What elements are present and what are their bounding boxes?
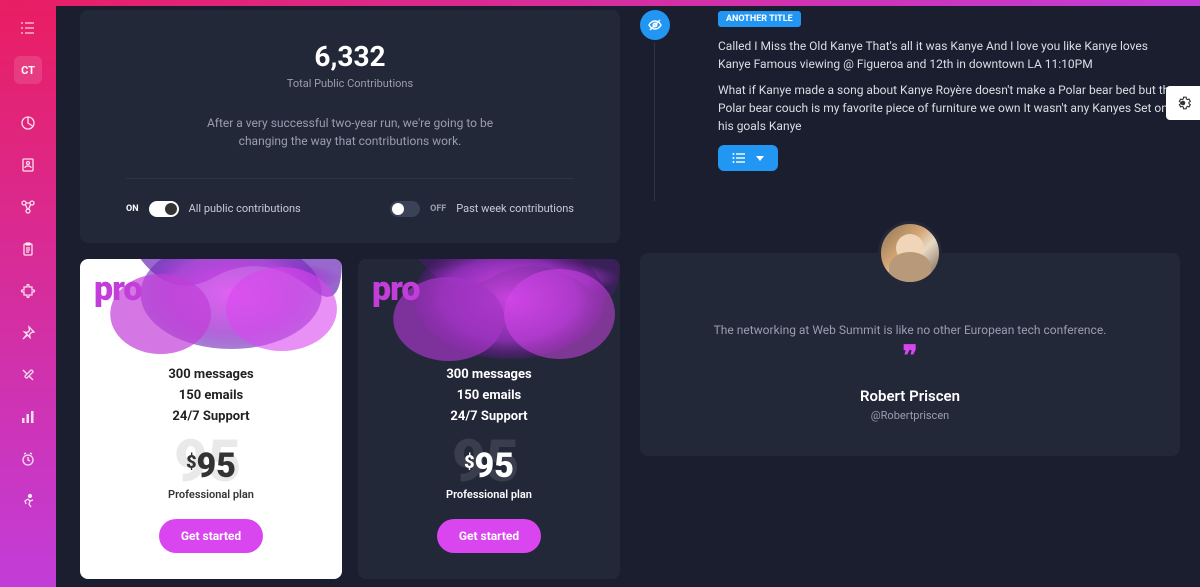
testimonial-text: The networking at Web Summit is like no … — [676, 323, 1144, 337]
clipboard-icon[interactable] — [19, 240, 37, 258]
list-icon — [732, 152, 746, 164]
get-started-button[interactable]: Get started — [159, 519, 263, 553]
connections-icon[interactable] — [19, 198, 37, 216]
running-icon[interactable] — [19, 492, 37, 510]
avatar — [878, 221, 942, 285]
bar-chart-icon[interactable] — [19, 408, 37, 426]
settings-fab[interactable] — [1166, 86, 1200, 120]
tools-icon[interactable] — [19, 366, 37, 384]
pricing-card-dark: pro 300 messages 150 emails 24/7 Support… — [358, 259, 620, 579]
top-accent-bar — [0, 0, 1200, 6]
toggle-week-contrib[interactable] — [390, 201, 420, 217]
testimonial-handle: @Robertpriscen — [676, 409, 1144, 422]
main-content: 6,332 Total Public Contributions After a… — [56, 0, 1200, 581]
quote-icon: ❞ — [676, 345, 1144, 367]
puzzle-icon[interactable] — [19, 282, 37, 300]
toggle-on-label: All public contributions — [189, 202, 301, 216]
timeline-badge: ANOTHER TITLE — [718, 11, 801, 27]
toggle-off-text: OFF — [430, 204, 446, 214]
pro-badge: pro — [372, 269, 420, 309]
chevron-down-icon — [756, 156, 764, 161]
feat-emails: 150 emails — [376, 388, 602, 403]
feat-support: 24/7 Support — [98, 409, 324, 424]
contrib-count: 6,332 — [126, 40, 574, 73]
users-icon[interactable] — [19, 156, 37, 174]
timeline-body: Called I Miss the Old Kanye That's all i… — [718, 37, 1180, 135]
price-value: 95 $95 — [464, 446, 514, 486]
toggle-on-text: ON — [126, 204, 139, 214]
feat-messages: 300 messages — [376, 367, 602, 382]
price-value: 95 $95 — [186, 446, 236, 486]
list-icon[interactable] — [20, 20, 36, 40]
timeline-dropdown-button[interactable] — [718, 145, 778, 171]
feat-emails: 150 emails — [98, 388, 324, 403]
pricing-card-light: pro 300 messages 150 emails 24/7 Support… — [80, 259, 342, 579]
toggle-off-label: Past week contributions — [456, 202, 574, 216]
testimonial-name: Robert Priscen — [676, 387, 1144, 405]
eye-off-icon — [640, 10, 670, 40]
feat-messages: 300 messages — [98, 367, 324, 382]
pin-icon[interactable] — [19, 324, 37, 342]
sidebar: CT — [0, 6, 56, 587]
feat-support: 24/7 Support — [376, 409, 602, 424]
contrib-label: Total Public Contributions — [126, 77, 574, 90]
get-started-button[interactable]: Get started — [437, 519, 541, 553]
contributions-card: 6,332 Total Public Contributions After a… — [80, 10, 620, 243]
brand-badge[interactable]: CT — [14, 56, 42, 84]
testimonial-card: The networking at Web Summit is like no … — [640, 253, 1180, 456]
toggle-all-contrib[interactable] — [149, 201, 179, 217]
contrib-desc: After a very successful two-year run, we… — [190, 114, 510, 150]
clock-icon[interactable] — [19, 450, 37, 468]
pie-chart-icon[interactable] — [19, 114, 37, 132]
pro-badge: pro — [94, 269, 142, 309]
timeline-item: ANOTHER TITLE Called I Miss the Old Kany… — [640, 10, 1180, 171]
